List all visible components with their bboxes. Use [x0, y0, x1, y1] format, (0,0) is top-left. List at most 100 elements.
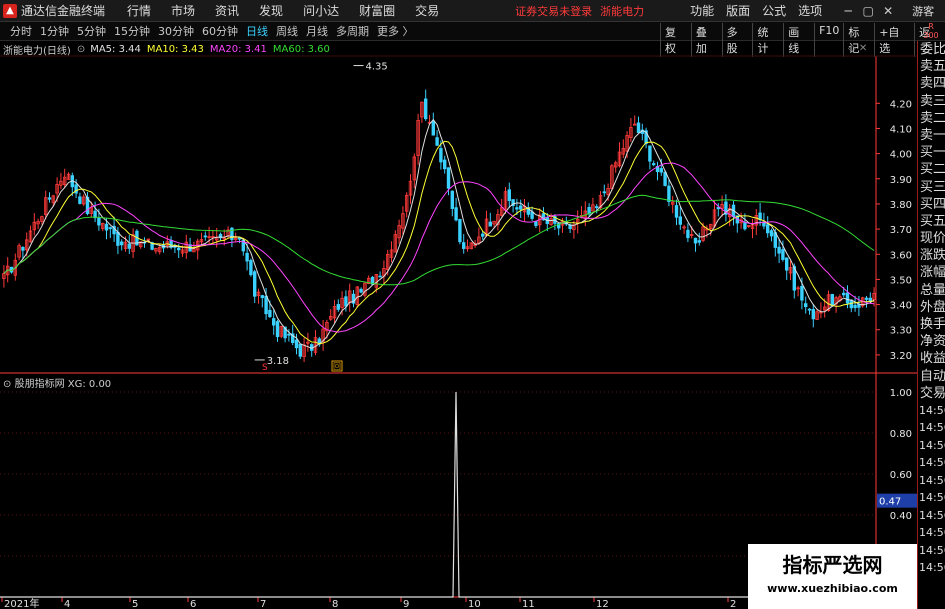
time-tick-label: 11: [522, 599, 535, 609]
quote-field: 外盘: [920, 299, 945, 315]
candle-body: [648, 145, 652, 162]
candle-body: [519, 205, 523, 210]
price-tick-label: 3.20: [890, 351, 912, 362]
candle-body: [336, 304, 340, 310]
candle-body: [97, 218, 101, 226]
panel-top-label-line1: R: [928, 22, 934, 31]
panel-top-label: R 300: [917, 22, 945, 41]
candle-body: [659, 168, 663, 173]
candle-body: [260, 295, 264, 299]
candle-body: [488, 221, 492, 227]
candle-body: [446, 167, 451, 189]
candle-body: [785, 257, 789, 271]
candle-body: [807, 308, 812, 311]
tick-time-list: 14:56 14:56 14:56 14:56 14:56 14:56 14:56 14:56…: [918, 402, 945, 577]
watermark-title: 指标严选网: [782, 553, 883, 577]
candle-body: [47, 197, 52, 200]
candle-body: [811, 309, 815, 320]
tick-time: 14:56: [919, 491, 945, 505]
candle-body: [781, 249, 785, 260]
price-tick-label: 3.90: [890, 175, 912, 186]
quote-field: 自动: [920, 368, 945, 384]
candle-body: [268, 309, 272, 318]
quote-field: 换手: [920, 317, 945, 332]
time-tick-label: 4: [64, 599, 70, 609]
quote-field-list: 委比 卖五 卖四 卖三 卖二 卖一 买一 买二 买三 买四 买五 现价 涨跌 涨幅 总量 外盘 换手 净资 收益 自动…: [918, 41, 945, 402]
quote-field: 卖二: [920, 110, 945, 126]
candle-body: [116, 231, 120, 246]
candle-body: [652, 163, 656, 166]
candle-body: [777, 246, 781, 254]
quote-field: 卖四: [920, 76, 945, 92]
candle-body: [431, 121, 435, 136]
time-tick-label: 2021年: [4, 597, 39, 609]
candle-body: [800, 286, 804, 301]
quote-field: 现价: [920, 231, 945, 247]
annotation-label: 4.35: [366, 62, 388, 73]
candle-body: [515, 207, 519, 210]
candle-body: [602, 191, 606, 194]
signal-marker-label: 回: [333, 362, 341, 371]
candle-body: [359, 288, 363, 293]
sub-tick-label: 1.00: [890, 388, 912, 399]
candle-body: [595, 206, 599, 209]
xg-line: [0, 391, 876, 598]
tick-time: 14:56: [919, 421, 945, 435]
price-tick-label: 4.10: [890, 124, 912, 135]
candle-body: [442, 159, 447, 170]
time-tick-label: 9: [403, 599, 409, 609]
time-tick-label: 6: [190, 599, 196, 609]
candle-body: [686, 229, 690, 239]
candle-body: [203, 235, 207, 238]
tick-time: 14:56: [919, 438, 945, 452]
sub-tick-label: 0.60: [890, 470, 912, 481]
candle-body: [842, 292, 846, 296]
tick-time: 14:56: [919, 526, 945, 540]
candle-body: [804, 303, 808, 308]
candle-body: [678, 216, 682, 225]
candle-body: [104, 223, 109, 231]
candle-body: [275, 321, 280, 338]
candle-body: [758, 212, 762, 220]
candle-body: [480, 233, 485, 237]
candle-body: [845, 292, 850, 304]
time-tick-label: 5: [132, 599, 138, 609]
signal-marker-s: S: [262, 363, 268, 373]
candle-body: [766, 224, 770, 234]
candle-body: [264, 295, 268, 315]
price-tick-label: 4.00: [890, 150, 912, 161]
candle-body: [507, 189, 511, 202]
candle-body: [423, 98, 428, 120]
price-tick-label: 4.20: [890, 99, 912, 110]
candle-body: [674, 205, 679, 218]
watermark: 指标严选网 www.xuezhibiao.com: [748, 544, 917, 609]
candle-body: [435, 137, 439, 146]
candle-body: [252, 271, 257, 297]
quote-field: 总量: [920, 282, 945, 298]
candle-body: [249, 260, 253, 276]
candle-body: [534, 221, 538, 226]
time-tick-label: 12: [596, 599, 609, 609]
price-tick-label: 3.50: [890, 275, 912, 286]
candle-body: [21, 246, 25, 251]
candle-body: [176, 247, 181, 251]
right-quote-panel: 委比 卖五 卖四 卖三 卖二 卖一 买一 买二 买三 买四 买五 现价 涨跌 涨幅 总量 外盘 换手 净资 收益 自动…: [917, 41, 945, 609]
candle-body: [743, 222, 747, 230]
price-tick-label: 3.70: [890, 225, 912, 236]
quote-field: 卖一: [920, 127, 945, 143]
candle-body: [450, 190, 454, 209]
candle-body: [853, 304, 857, 309]
quote-field: 净资: [920, 334, 945, 350]
annotation-label: 3.18: [267, 356, 289, 367]
time-tick-label: 10: [468, 599, 481, 609]
quote-field: 买五: [920, 213, 945, 229]
candle-body: [769, 230, 774, 237]
selected-value-label: 0.47: [879, 497, 901, 508]
quote-field: 交易: [920, 385, 945, 401]
candle-body: [697, 240, 701, 243]
tick-time: 14:56: [919, 403, 945, 417]
panel-top-label-line2: 300: [923, 31, 939, 40]
price-tick-label: 3.80: [890, 200, 912, 211]
kline-chart[interactable]: 4.20 4.10 4.00 3.90 3.80 3.70 3.60 3.50 3.40 3.30…: [0, 0, 917, 609]
candle-body: [120, 241, 124, 246]
